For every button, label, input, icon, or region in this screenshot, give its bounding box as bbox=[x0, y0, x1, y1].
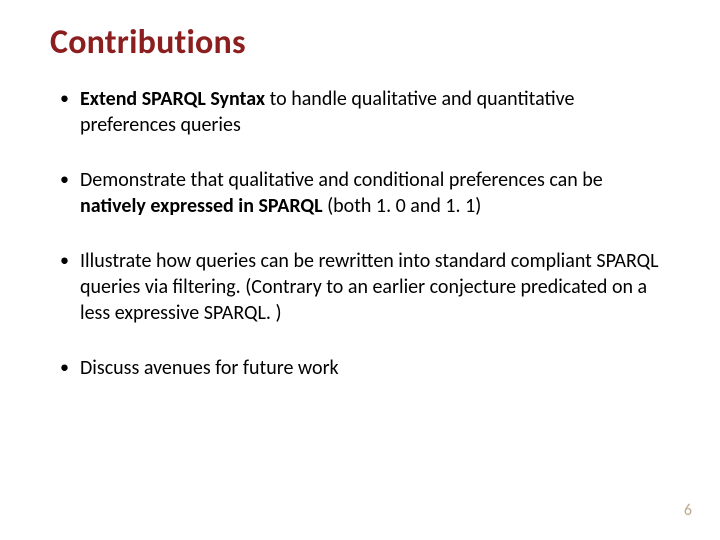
slide: Contributions Extend SPARQL Syntax to ha… bbox=[0, 0, 720, 540]
bullet-list: Extend SPARQL Syntax to handle qualitati… bbox=[50, 87, 670, 382]
bullet-text: Illustrate how queries can be rewritten … bbox=[80, 249, 659, 324]
bullet-item: Illustrate how queries can be rewritten … bbox=[50, 249, 670, 326]
bullet-item: Discuss avenues for future work bbox=[50, 356, 670, 382]
bullet-text: (both 1. 0 and 1. 1) bbox=[323, 194, 482, 218]
bullet-text: Demonstrate that qualitative and conditi… bbox=[80, 168, 603, 192]
bullet-item: Demonstrate that qualitative and conditi… bbox=[50, 168, 670, 219]
page-number: 6 bbox=[684, 501, 692, 520]
bullet-text-bold: Extend SPARQL Syntax bbox=[80, 87, 265, 111]
bullet-text-bold: natively expressed in SPARQL bbox=[80, 194, 323, 218]
slide-title: Contributions bbox=[50, 22, 670, 63]
bullet-item: Extend SPARQL Syntax to handle qualitati… bbox=[50, 87, 670, 138]
bullet-text: Discuss avenues for future work bbox=[80, 356, 339, 380]
